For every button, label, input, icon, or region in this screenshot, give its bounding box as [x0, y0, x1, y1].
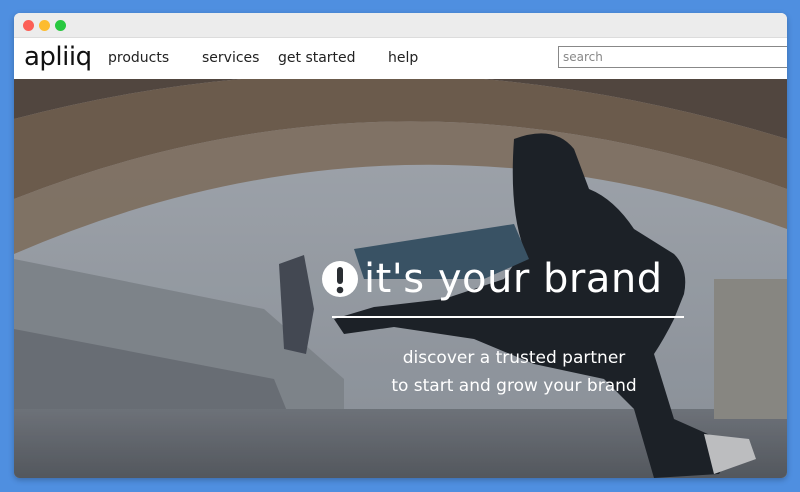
- nav-item-products[interactable]: products: [108, 50, 169, 66]
- headline-divider: [332, 316, 684, 318]
- hero-headline-text: it's your brand: [364, 256, 663, 302]
- exclamation-circle-icon: [322, 261, 358, 297]
- hero-tagline: discover a trusted partner to start and …: [314, 344, 714, 400]
- search-input[interactable]: [558, 46, 787, 68]
- nav-item-help[interactable]: help: [388, 50, 418, 66]
- hero-banner: it's your brand discover a trusted partn…: [14, 79, 787, 478]
- minimize-window-button[interactable]: [39, 20, 50, 31]
- browser-window: apliiq products services get started hel…: [14, 13, 787, 478]
- hero-headline: it's your brand: [322, 255, 663, 303]
- maximize-window-button[interactable]: [55, 20, 66, 31]
- title-bar: [14, 13, 787, 38]
- close-window-button[interactable]: [23, 20, 34, 31]
- site-navbar: apliiq products services get started hel…: [14, 38, 787, 79]
- tagline-line-1: discover a trusted partner: [402, 348, 626, 368]
- nav-item-services[interactable]: services: [202, 50, 259, 66]
- tagline-line-2: to start and grow your brand: [391, 376, 637, 396]
- site-logo[interactable]: apliiq: [24, 42, 92, 72]
- nav-item-get-started[interactable]: get started: [278, 50, 356, 66]
